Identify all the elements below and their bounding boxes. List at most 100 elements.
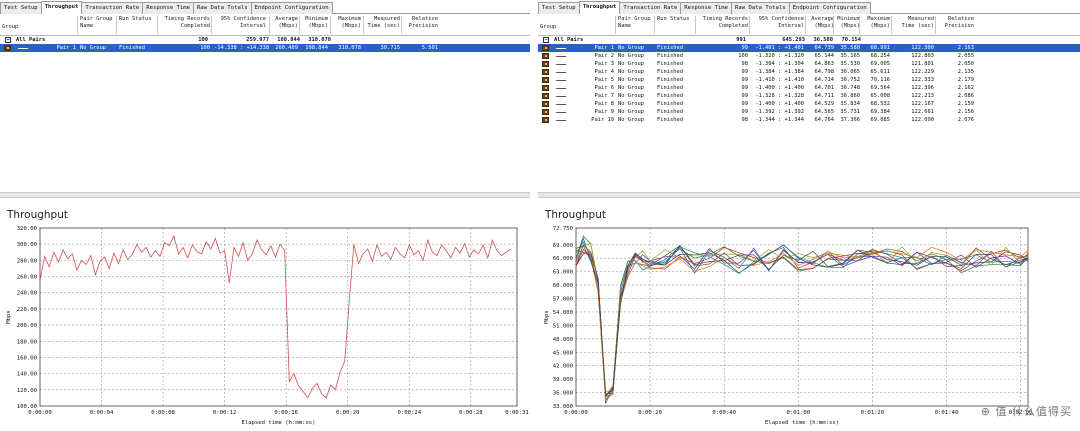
pair-row[interactable]: Pair 5 No Group Finished 99 -1.410 : +1.410 6…	[538, 76, 1080, 84]
splitter[interactable]	[0, 192, 530, 198]
column-header-measured-time[interactable]: Measured Time (sec)	[366, 16, 400, 29]
column-header-average[interactable]: Average (Mbps)	[272, 16, 298, 29]
cell-time: 122.213	[911, 93, 934, 99]
column-header-pair-group-name[interactable]: Pair Group Name	[80, 16, 118, 29]
column-header-run-status[interactable]: Run Status	[119, 16, 155, 23]
pair-row[interactable]: Pair 1 No Group Finished 100 -14.338 : +14.3…	[0, 44, 530, 52]
cell-records: 99	[741, 85, 749, 91]
column-header-minimum[interactable]: Minimum (Mbps)	[836, 16, 860, 29]
cell-minimum: 37.366	[840, 117, 860, 123]
pair-row[interactable]: Pair 10 No Group Finished 98 -1.344 : +1.344…	[538, 116, 1080, 124]
cell-records: 99	[741, 101, 749, 107]
all-records: 100	[198, 37, 208, 43]
tree-connector-icon	[556, 88, 566, 89]
cell-maximum: 65.611	[870, 69, 890, 75]
cell-group: No Group	[618, 109, 644, 115]
pair-row[interactable]: Pair 2 No Group Finished 100 -1.320 : +1.320…	[538, 52, 1080, 60]
cell-average: 65.144	[814, 53, 834, 59]
column-header-confidence-interval[interactable]: 95% Confidence Interval	[752, 16, 804, 29]
tab-transaction-rate[interactable]: Transaction Rate	[81, 2, 144, 14]
column-header-group[interactable]: Group	[2, 24, 20, 31]
cell-maximum: 70.116	[870, 77, 890, 83]
cell-time: 122.167	[911, 101, 934, 107]
y-tick-label: 54.000	[553, 310, 573, 316]
cell-group: No Group	[618, 93, 644, 99]
tab-strip: Test Setup Throughput Transaction Rate Resp…	[538, 1, 1080, 14]
tab-endpoint-configuration[interactable]: Endpoint Configuration	[788, 2, 871, 14]
throughput-chart: 100.00120.00140.00160.00180.00200.00220.…	[6, 226, 529, 426]
column-header-minimum[interactable]: Minimum (Mbps)	[302, 16, 328, 29]
tab-test-setup[interactable]: Test Setup	[0, 2, 42, 14]
cell-maximum: 310.078	[338, 45, 361, 51]
tab-throughput[interactable]: Throughput	[40, 1, 83, 14]
pair-icon	[4, 45, 11, 51]
pair-row[interactable]: Pair 3 No Group Finished 98 -1.304 : +1.304 6…	[538, 60, 1080, 68]
column-header-relative-precision[interactable]: Relative Precision	[938, 16, 974, 29]
collapse-icon[interactable]: −	[543, 37, 549, 43]
pair-row[interactable]: Pair 8 No Group Finished 99 -1.400 : +1.400 6…	[538, 100, 1080, 108]
splitter[interactable]	[538, 192, 1080, 198]
cell-records: 100	[738, 53, 748, 59]
tab-endpoint-configuration[interactable]: Endpoint Configuration	[250, 2, 333, 14]
column-header-confidence-interval[interactable]: 95% Confidence Interval	[214, 16, 266, 29]
cell-pair: Pair 1	[594, 45, 614, 51]
column-header-maximum[interactable]: Maximum (Mbps)	[862, 16, 890, 29]
cell-precision: 2.050	[957, 61, 974, 67]
column-header-measured-time[interactable]: Measured Time (sec)	[894, 16, 934, 29]
cell-status: Finished	[657, 69, 683, 75]
cell-records: 99	[741, 109, 749, 115]
tab-response-time[interactable]: Response Time	[142, 2, 195, 14]
left-pane: Test Setup Throughput Transaction Rate Resp…	[0, 0, 530, 431]
y-tick-label: 60.000	[553, 283, 573, 289]
column-header-maximum[interactable]: Maximum (Mbps)	[333, 16, 361, 29]
cell-minimum: 35.165	[840, 53, 860, 59]
pair-row[interactable]: Pair 1 No Group Finished 99 -1.401 : +1.401 6…	[538, 44, 1080, 52]
tab-raw-data-totals[interactable]: Raw Data Totals	[193, 2, 252, 14]
collapse-icon[interactable]: −	[5, 37, 11, 43]
cell-pair: Pair 4	[594, 69, 614, 75]
x-axis-label: Elapsed time (h:mm:ss)	[241, 420, 315, 426]
column-header-timing-records[interactable]: Timing Records Completed	[698, 16, 748, 29]
column-header-average[interactable]: Average (Mbps)	[808, 16, 834, 29]
cell-time: 122.803	[911, 53, 934, 59]
tab-throughput[interactable]: Throughput	[578, 1, 621, 14]
pair-row[interactable]: Pair 9 No Group Finished 99 -1.392 : +1.392 6…	[538, 108, 1080, 116]
cell-average: 64.764	[814, 117, 834, 123]
cell-maximum: 68.254	[870, 53, 890, 59]
tab-response-time[interactable]: Response Time	[680, 2, 733, 14]
column-header-relative-precision[interactable]: Relative Precision	[404, 16, 438, 29]
cell-pair: Pair 9	[594, 109, 614, 115]
pair-row[interactable]: Pair 6 No Group Finished 99 -1.400 : +1.400 6…	[538, 84, 1080, 92]
cell-group: No Group	[618, 45, 644, 51]
pair-row[interactable]: Pair 7 No Group Finished 99 -1.328 : +1.328 6…	[538, 92, 1080, 100]
cell-average: 64.798	[814, 69, 834, 75]
column-header-run-status[interactable]: Run Status	[657, 16, 693, 23]
pair-row[interactable]: Pair 4 No Group Finished 99 -1.384 : +1.384 6…	[538, 68, 1080, 76]
all-pairs-row[interactable]: − All Pairs 991 645.293 36.580 70.154	[538, 36, 1080, 44]
pair-icon	[542, 61, 549, 67]
cell-average: 64.529	[814, 101, 834, 107]
cell-precision: 2.179	[957, 77, 974, 83]
pair-icon	[542, 93, 549, 99]
all-pairs-row[interactable]: − All Pairs 100 259.977 108.844 310.078	[0, 36, 530, 44]
column-header-group[interactable]: Group	[540, 24, 558, 31]
tree-connector-icon	[556, 112, 566, 113]
tree-connector-icon	[556, 80, 566, 81]
column-header-pair-group-name[interactable]: Pair Group Name	[618, 16, 656, 29]
cell-status: Finished	[657, 45, 683, 51]
cell-pair: Pair 1	[56, 45, 76, 51]
tab-raw-data-totals[interactable]: Raw Data Totals	[731, 2, 790, 14]
chart-title: Throughput	[7, 209, 68, 221]
x-tick-label: 0:00:24	[398, 410, 422, 416]
tab-transaction-rate[interactable]: Transaction Rate	[619, 2, 682, 14]
grid-header: Group Pair Group Name Run Status Timing Rec…	[538, 14, 1080, 36]
tab-test-setup[interactable]: Test Setup	[538, 2, 580, 14]
cell-group: No Group	[618, 53, 644, 59]
cell-precision: 2.159	[957, 101, 974, 107]
cell-average: 64.701	[814, 85, 834, 91]
column-header-timing-records[interactable]: Timing Records Completed	[160, 16, 210, 29]
x-tick-label: 0:00:12	[213, 410, 237, 416]
cell-group: No Group	[618, 69, 644, 75]
tree-connector-icon	[556, 48, 566, 49]
plot-frame	[39, 227, 518, 407]
